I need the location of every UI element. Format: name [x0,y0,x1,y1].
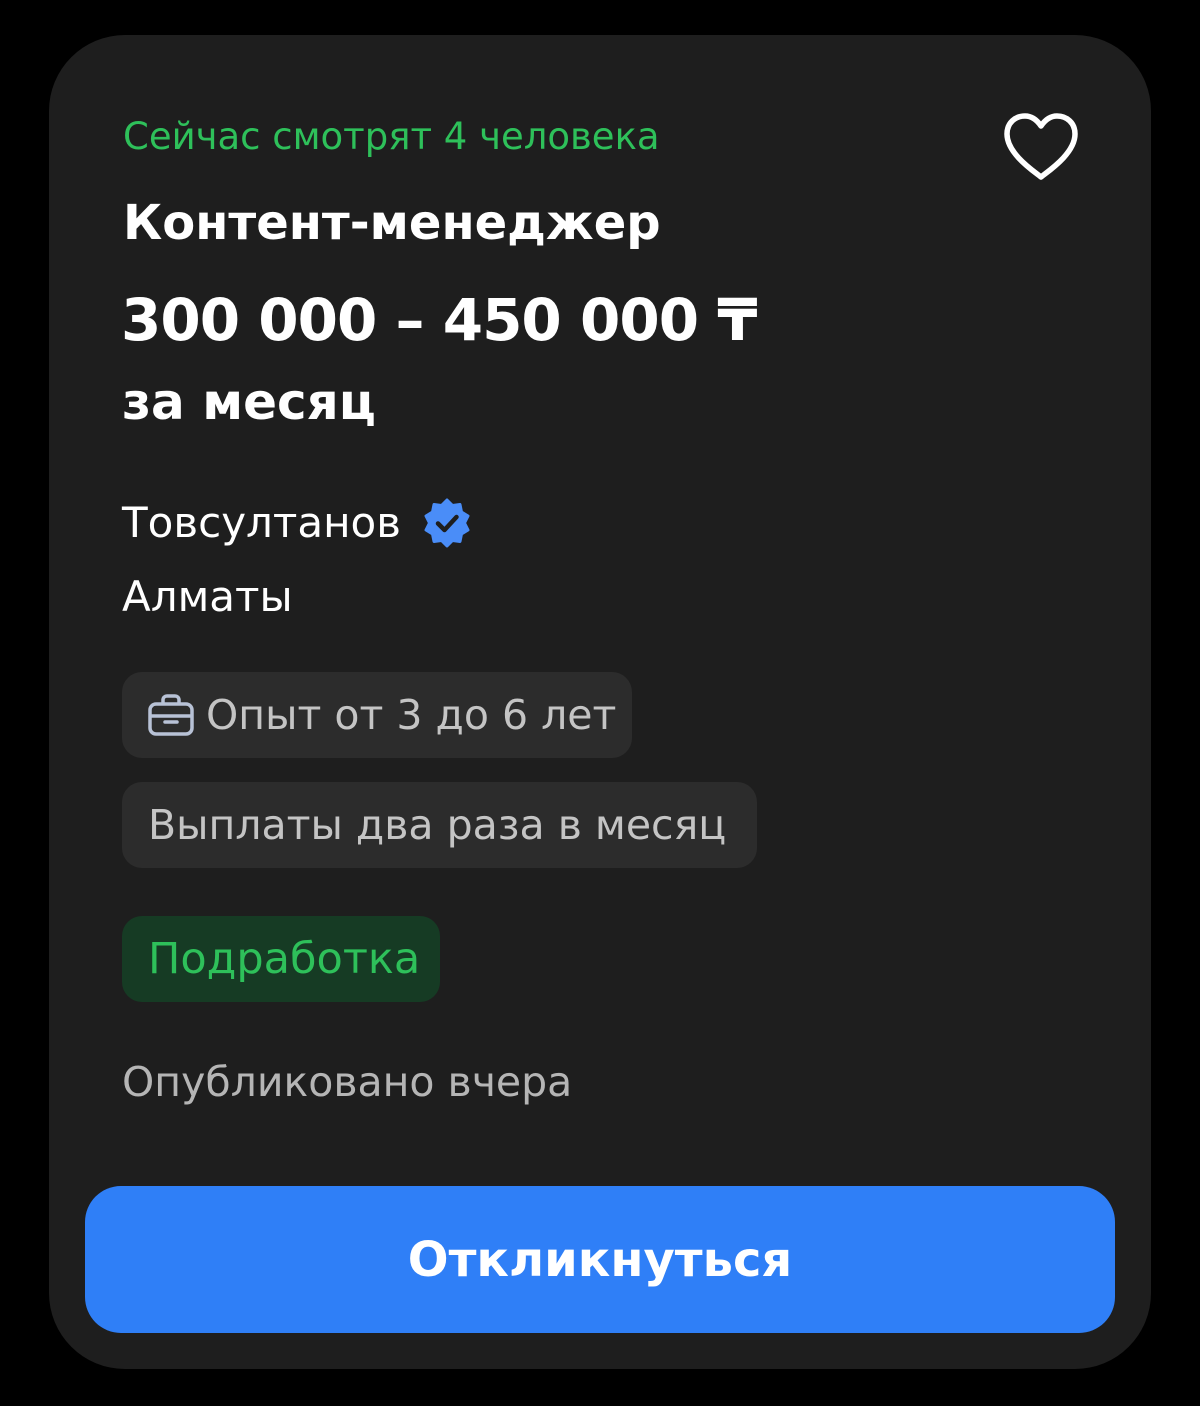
experience-chip: Опыт от 3 до 6 лет [122,672,632,758]
salary-range: 300 000 – 450 000 ₸ [121,286,758,354]
watchers-count: Сейчас смотрят 4 человека [123,115,660,158]
employer-row[interactable]: Товсултанов [122,493,473,553]
employment-type-label: Подработка [148,934,421,984]
respond-button[interactable]: Откликнуться [85,1186,1115,1333]
vacancy-card[interactable]: Сейчас смотрят 4 человека Контент-менедж… [49,35,1151,1369]
salary-period: за месяц [122,373,376,431]
verified-badge-icon [421,497,473,549]
experience-label: Опыт от 3 до 6 лет [206,691,617,739]
payment-label: Выплаты два раза в месяц [148,801,727,849]
favorite-button[interactable] [999,109,1083,185]
payment-chip: Выплаты два раза в месяц [122,782,757,868]
city-label: Алматы [122,572,293,621]
employer-name[interactable]: Товсултанов [122,493,401,553]
published-date: Опубликовано вчера [122,1058,573,1106]
heart-outline-icon [1004,113,1078,180]
briefcase-icon [146,690,196,740]
employment-type-chip: Подработка [122,916,440,1002]
vacancy-title[interactable]: Контент-менеджер [123,195,661,251]
